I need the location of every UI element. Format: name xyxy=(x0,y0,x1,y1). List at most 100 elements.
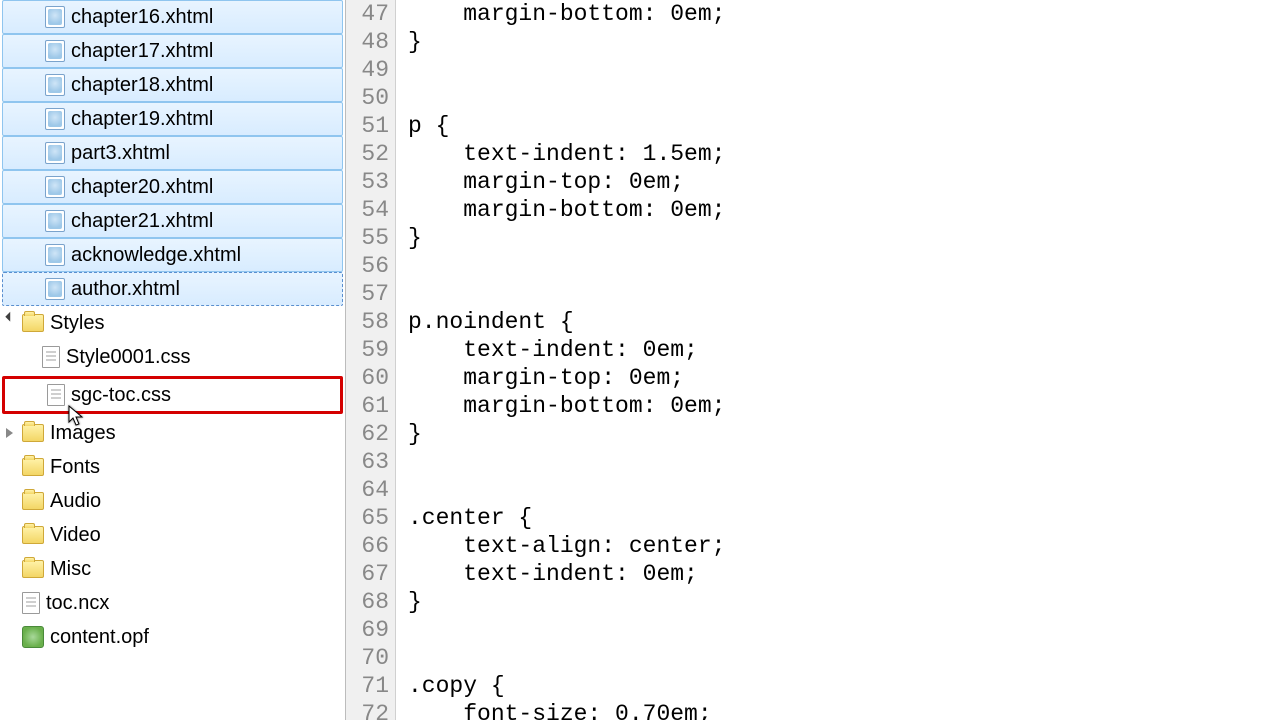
code-line[interactable]: } xyxy=(408,28,1280,56)
code-line[interactable]: text-indent: 1.5em; xyxy=(408,140,1280,168)
file-label: part3.xhtml xyxy=(71,142,170,165)
css-file-icon xyxy=(47,384,65,406)
folder-label: Styles xyxy=(50,312,104,335)
folder-label: Misc xyxy=(50,558,91,581)
file-chapter17[interactable]: chapter17.xhtml xyxy=(2,34,343,68)
code-editor[interactable]: 4748495051525354555657585960616263646566… xyxy=(346,0,1280,720)
file-toc-ncx[interactable]: toc.ncx xyxy=(0,586,345,620)
file-chapter20[interactable]: chapter20.xhtml xyxy=(2,170,343,204)
code-line[interactable]: } xyxy=(408,224,1280,252)
file-label: chapter20.xhtml xyxy=(71,176,213,199)
line-number: 53 xyxy=(346,168,389,196)
code-line[interactable]: } xyxy=(408,588,1280,616)
file-label: chapter17.xhtml xyxy=(71,40,213,63)
xhtml-file-icon xyxy=(45,74,65,96)
file-label: content.opf xyxy=(50,626,149,649)
code-line[interactable]: p { xyxy=(408,112,1280,140)
file-label: Style0001.css xyxy=(66,346,191,369)
code-content[interactable]: margin-bottom: 0em;} p { text-indent: 1.5… xyxy=(396,0,1280,720)
file-label: author.xhtml xyxy=(71,278,180,301)
folder-images[interactable]: Images xyxy=(0,416,345,450)
code-line[interactable]: .copy { xyxy=(408,672,1280,700)
line-number: 52 xyxy=(346,140,389,168)
line-number: 56 xyxy=(346,252,389,280)
line-number: 72 xyxy=(346,700,389,720)
file-label: toc.ncx xyxy=(46,592,109,615)
line-number: 49 xyxy=(346,56,389,84)
file-acknowledge[interactable]: acknowledge.xhtml xyxy=(2,238,343,272)
code-line[interactable] xyxy=(408,84,1280,112)
folder-icon xyxy=(22,314,44,332)
code-line[interactable] xyxy=(408,616,1280,644)
line-number: 47 xyxy=(346,0,389,28)
line-number: 55 xyxy=(346,224,389,252)
line-number: 48 xyxy=(346,28,389,56)
folder-misc[interactable]: Misc xyxy=(0,552,345,586)
code-line[interactable] xyxy=(408,280,1280,308)
folder-audio[interactable]: Audio xyxy=(0,484,345,518)
code-line[interactable]: .center { xyxy=(408,504,1280,532)
code-line[interactable]: margin-bottom: 0em; xyxy=(408,196,1280,224)
folder-video[interactable]: Video xyxy=(0,518,345,552)
folder-label: Fonts xyxy=(50,456,100,479)
code-line[interactable]: } xyxy=(408,420,1280,448)
file-author[interactable]: author.xhtml xyxy=(2,272,343,306)
folder-label: Images xyxy=(50,422,116,445)
file-chapter16[interactable]: chapter16.xhtml xyxy=(2,0,343,34)
code-line[interactable]: text-align: center; xyxy=(408,532,1280,560)
code-line[interactable] xyxy=(408,252,1280,280)
ncx-file-icon xyxy=(22,592,40,614)
line-number: 50 xyxy=(346,84,389,112)
line-number: 71 xyxy=(346,672,389,700)
file-label: chapter19.xhtml xyxy=(71,108,213,131)
line-number: 68 xyxy=(346,588,389,616)
code-line[interactable]: text-indent: 0em; xyxy=(408,560,1280,588)
code-line[interactable]: margin-top: 0em; xyxy=(408,168,1280,196)
file-label: chapter16.xhtml xyxy=(71,6,213,29)
code-line[interactable] xyxy=(408,644,1280,672)
code-line[interactable] xyxy=(408,448,1280,476)
code-line[interactable]: text-indent: 0em; xyxy=(408,336,1280,364)
line-number: 58 xyxy=(346,308,389,336)
line-number: 57 xyxy=(346,280,389,308)
opf-file-icon xyxy=(22,626,44,648)
file-content-opf[interactable]: content.opf xyxy=(0,620,345,654)
file-label: acknowledge.xhtml xyxy=(71,244,241,267)
css-file-icon xyxy=(42,346,60,368)
file-style0001[interactable]: Style0001.css xyxy=(0,340,345,374)
line-number: 69 xyxy=(346,616,389,644)
code-line[interactable]: font-size: 0.70em; xyxy=(408,700,1280,720)
line-number: 61 xyxy=(346,392,389,420)
file-chapter18[interactable]: chapter18.xhtml xyxy=(2,68,343,102)
xhtml-file-icon xyxy=(45,6,65,28)
expand-arrow-icon[interactable] xyxy=(6,317,18,329)
xhtml-file-icon xyxy=(45,244,65,266)
file-chapter21[interactable]: chapter21.xhtml xyxy=(2,204,343,238)
code-line[interactable]: margin-bottom: 0em; xyxy=(408,392,1280,420)
line-number: 54 xyxy=(346,196,389,224)
collapse-arrow-icon[interactable] xyxy=(6,427,18,439)
folder-label: Video xyxy=(50,524,101,547)
code-line[interactable]: margin-bottom: 0em; xyxy=(408,0,1280,28)
line-number: 66 xyxy=(346,532,389,560)
code-line[interactable]: p.noindent { xyxy=(408,308,1280,336)
line-number: 65 xyxy=(346,504,389,532)
xhtml-file-icon xyxy=(45,108,65,130)
folder-fonts[interactable]: Fonts xyxy=(0,450,345,484)
file-chapter19[interactable]: chapter19.xhtml xyxy=(2,102,343,136)
file-part3[interactable]: part3.xhtml xyxy=(2,136,343,170)
file-tree: chapter16.xhtml chapter17.xhtml chapter1… xyxy=(0,0,345,654)
file-label: sgc-toc.css xyxy=(71,384,171,407)
folder-icon xyxy=(22,424,44,442)
folder-icon xyxy=(22,492,44,510)
code-line[interactable]: margin-top: 0em; xyxy=(408,364,1280,392)
xhtml-file-icon xyxy=(45,278,65,300)
folder-styles[interactable]: Styles xyxy=(0,306,345,340)
line-number-gutter: 4748495051525354555657585960616263646566… xyxy=(346,0,396,720)
line-number: 63 xyxy=(346,448,389,476)
code-line[interactable] xyxy=(408,56,1280,84)
line-number: 70 xyxy=(346,644,389,672)
code-line[interactable] xyxy=(408,476,1280,504)
line-number: 67 xyxy=(346,560,389,588)
file-sgc-toc[interactable]: sgc-toc.css xyxy=(2,376,343,414)
